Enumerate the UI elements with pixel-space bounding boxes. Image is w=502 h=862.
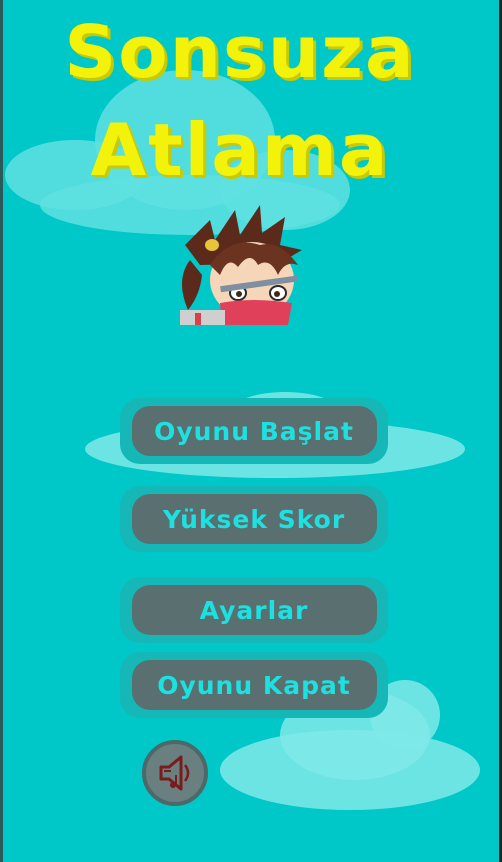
high-score-label: Yüksek Skor: [131, 494, 377, 544]
ninja-girl-icon: [180, 205, 302, 325]
start-game-button[interactable]: Oyunu Başlat: [120, 398, 388, 464]
sound-toggle-button[interactable]: [142, 740, 208, 806]
game-title-line1: Sonsuza: [64, 10, 416, 94]
ninja-girl-character: [180, 205, 305, 325]
game-title-line2: Atlama: [90, 108, 390, 192]
start-game-label: Oyunu Başlat: [131, 406, 377, 456]
settings-button[interactable]: Ayarlar: [120, 577, 388, 643]
sound-icon: [159, 755, 190, 791]
settings-label: Ayarlar: [131, 585, 377, 635]
quit-game-label: Oyunu Kapat: [131, 660, 377, 710]
high-score-button[interactable]: Yüksek Skor: [120, 486, 388, 552]
quit-game-button[interactable]: Oyunu Kapat: [120, 652, 388, 718]
